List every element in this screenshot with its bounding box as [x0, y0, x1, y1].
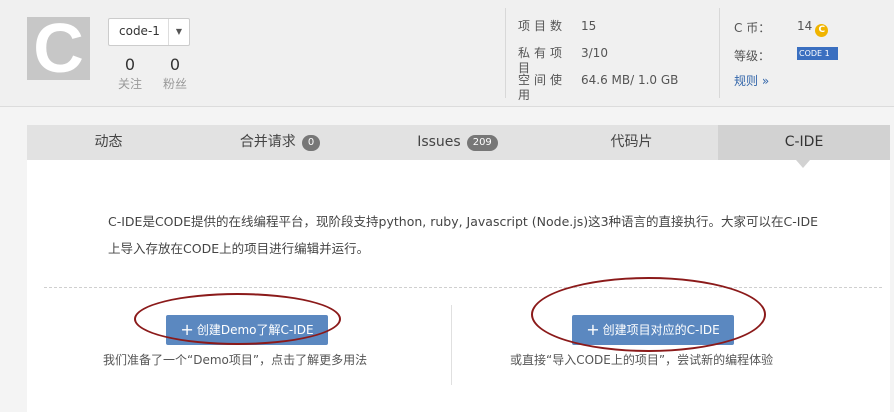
tab-bar: 动态 合并请求 0 Issues 209 代码片 C-IDE: [27, 125, 890, 160]
following-label: 关注: [117, 77, 142, 91]
c-ide-panel: [27, 160, 890, 412]
tab-label: 合并请求: [239, 134, 296, 150]
tab-merge-requests[interactable]: 合并请求 0: [190, 125, 370, 160]
followers-count: 0: [169, 55, 181, 74]
project-hint: 或直接“导入CODE上的项目”，尝试新的编程体验: [510, 353, 774, 367]
tab-c-ide[interactable]: C-IDE: [718, 125, 890, 160]
private-projects-label: 私有项目: [518, 46, 567, 75]
demo-hint: 我们准备了一个“Demo项目”，点击了解更多用法: [103, 353, 368, 367]
private-projects-value: 3/10: [581, 46, 608, 60]
following-stat[interactable]: 0 关注: [110, 56, 150, 92]
section-divider: [44, 287, 882, 288]
c-ide-description-line-2: 上导入存放在CODE上的项目进行编辑并运行。: [108, 241, 370, 256]
tab-snippets[interactable]: 代码片: [545, 125, 718, 160]
profile-header: C code-1 ▼ 0 关注 0 粉丝 项目数 15 私有项目 3/10 空间…: [0, 0, 894, 107]
level-label: 等级：: [734, 49, 771, 63]
active-tab-caret: [796, 160, 810, 168]
following-count: 0: [124, 55, 136, 74]
tab-activity[interactable]: 动态: [27, 125, 190, 160]
issues-count-badge: 209: [466, 135, 498, 151]
tab-label: 代码片: [610, 134, 653, 150]
space-usage-label: 空间使用: [518, 73, 567, 102]
followers-stat[interactable]: 0 粉丝: [155, 56, 195, 92]
merge-requests-count-badge: 0: [301, 135, 321, 151]
tab-label: 动态: [94, 134, 123, 150]
tab-label: C-IDE: [784, 134, 824, 150]
c-ide-description-line-1: C-IDE是CODE提供的在线编程平台，现阶段支持python, ruby, J…: [108, 214, 818, 229]
column-divider: [451, 305, 452, 385]
projects-value: 15: [581, 19, 597, 33]
tab-label: Issues: [417, 134, 461, 150]
divider: [719, 8, 720, 98]
projects-label: 项目数: [518, 19, 567, 33]
avatar[interactable]: C: [27, 13, 90, 83]
followers-label: 粉丝: [162, 77, 187, 91]
space-usage-value: 64.6 MB/ 1.0 GB: [581, 73, 679, 87]
coin-label: C 币：: [734, 21, 771, 35]
project-select[interactable]: code-1 ▼: [108, 18, 190, 46]
annotation-ellipse-project: [531, 277, 766, 352]
divider: [505, 8, 506, 98]
tab-issues[interactable]: Issues 209: [370, 125, 545, 160]
coin-value: 14: [797, 19, 813, 33]
project-select-value: code-1: [119, 24, 160, 38]
coin-balance: 14 C: [797, 19, 829, 37]
coin-icon: C: [815, 24, 829, 37]
annotation-ellipse-demo: [134, 293, 341, 345]
rules-link[interactable]: 规则 »: [734, 72, 769, 89]
level-badge: CODE 1: [797, 47, 838, 60]
chevron-down-icon[interactable]: ▼: [168, 19, 189, 45]
